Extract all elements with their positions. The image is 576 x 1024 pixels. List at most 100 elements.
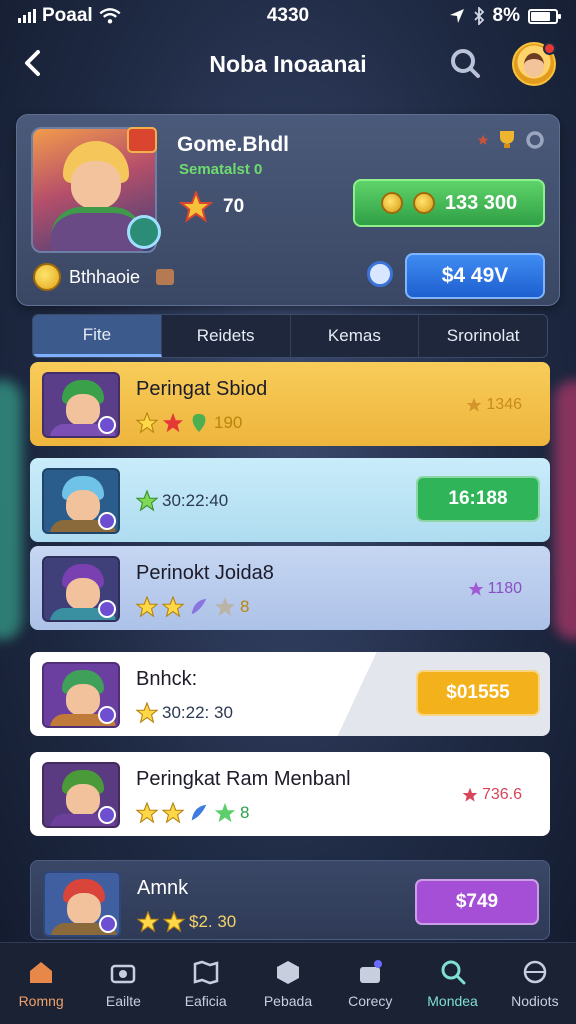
feather-icon	[191, 804, 207, 821]
list-item[interactable]: Perinokt Joida8 8 1180	[30, 546, 550, 630]
score-star-icon	[467, 397, 482, 412]
list-item-stats: 30:22: 30	[136, 702, 233, 724]
list-item-score: 1346	[466, 396, 522, 414]
nav-item-bag[interactable]: Corecy	[329, 943, 411, 1024]
profile-top-icons	[477, 129, 545, 151]
notification-dot	[543, 42, 556, 55]
star-icon	[136, 702, 158, 724]
status-right: 8%	[449, 5, 561, 27]
tab-fite[interactable]: Fite	[33, 315, 162, 357]
buy-button[interactable]: $4 49V	[405, 253, 545, 299]
battery-fill	[531, 11, 551, 21]
score-star-icon	[462, 787, 478, 802]
grey-star-icon	[214, 596, 236, 617]
app-header: Noba Inoaanai	[0, 32, 576, 96]
profile-subtitle: Sematalst 0	[179, 161, 263, 178]
nav-label: Nodiots	[511, 992, 559, 1009]
thumb-badge	[98, 600, 116, 618]
small-star-icon	[477, 134, 489, 145]
nav-item-home[interactable]: Romng	[0, 943, 82, 1024]
nav-label: Eailte	[105, 992, 141, 1009]
status-left: Poaal	[18, 5, 121, 27]
nav-item-box[interactable]: Pebada	[247, 943, 329, 1024]
chevron-left-icon[interactable]	[18, 48, 48, 78]
hero-face	[71, 161, 121, 209]
list-item[interactable]: 30:22:40 16:188	[30, 458, 550, 542]
list-item-title: Perinokt Joida8	[136, 562, 274, 584]
profile-card: Gome.Bhdl Sematalst 0 70 133 300 Bthhaoi…	[16, 114, 560, 306]
star-icon	[163, 911, 185, 933]
avatar[interactable]	[512, 42, 556, 86]
tab-kemas[interactable]: Kemas	[291, 315, 420, 357]
status-bar: Poaal 4330 8%	[0, 0, 576, 32]
thumb-badge	[98, 806, 116, 824]
list-item[interactable]: Bnhck: 30:22: 30 $01555	[30, 652, 550, 736]
purchase-button[interactable]: $749	[415, 879, 539, 925]
score-star-icon	[468, 581, 483, 596]
tab-reidets[interactable]: Reidets	[162, 315, 291, 357]
hero-thumbnail	[42, 762, 120, 828]
star-icon	[136, 596, 158, 618]
map-icon	[193, 960, 218, 984]
green-star-icon	[214, 802, 236, 823]
list-item-title: Peringkat Ram Menbanl	[136, 768, 351, 790]
background-glow-left	[0, 380, 22, 640]
carrier-name: Poaal	[42, 5, 93, 26]
search-icon[interactable]	[448, 46, 482, 80]
profile-star-count: 70	[223, 196, 245, 217]
star-icon	[136, 802, 158, 824]
search-icon	[441, 960, 466, 984]
compass-icon[interactable]	[367, 261, 393, 287]
currency-button[interactable]: 133 300	[353, 179, 545, 227]
star-icon	[137, 911, 159, 933]
list-item-stat-value: 190	[214, 413, 243, 432]
nav-label: Corecy	[348, 992, 393, 1009]
profile-stars: 70	[179, 191, 244, 223]
thumb-badge	[98, 706, 116, 724]
profile-footer-label: Bthhaoie	[69, 266, 141, 287]
profile-footer: Bthhaoie	[33, 263, 175, 291]
nav-item-map[interactable]: Eaficia	[165, 943, 247, 1024]
thumb-face	[66, 784, 100, 816]
currency-amount: 133 300	[444, 191, 518, 214]
list-item-stats: 8	[136, 596, 249, 618]
list-item[interactable]: Amnk $2. 30 $749	[30, 860, 550, 940]
profile-name: Gome.Bhdl	[177, 133, 290, 156]
battery-percent: 8%	[492, 5, 520, 26]
nav-label: Mondea	[427, 992, 478, 1009]
star-icon	[179, 191, 213, 223]
settings-icon[interactable]	[525, 130, 545, 150]
pin-icon	[192, 413, 206, 433]
hero-thumbnail	[42, 372, 120, 438]
bag-icon	[360, 959, 383, 983]
hero-thumbnail	[42, 556, 120, 622]
trophy-icon[interactable]	[495, 129, 519, 151]
list-item-timer: 30:22:40	[162, 491, 229, 510]
home-icon	[30, 961, 53, 983]
list-item-stat-value: 8	[240, 803, 250, 822]
list-item[interactable]: Peringat Sbiod 190 1346	[30, 362, 550, 446]
list-item[interactable]: Peringkat Ram Menbanl 8 736.6	[30, 752, 550, 836]
thumb-face	[66, 490, 100, 522]
location-arrow-icon	[449, 9, 464, 23]
nav-item-globe[interactable]: Nodiots	[494, 943, 576, 1024]
list-item-stat-value: 8	[240, 597, 250, 616]
nav-item-search[interactable]: Mondea	[411, 943, 493, 1024]
list-item-stats: 190	[136, 412, 242, 434]
bottom-navigation: Romng Eailte Eaficia Pebada Corecy Monde…	[0, 942, 576, 1024]
nav-item-camera[interactable]: Eailte	[82, 943, 164, 1024]
list-item-score-value: 1180	[487, 580, 522, 597]
battery-icon	[528, 8, 561, 24]
claim-button[interactable]: 16:188	[416, 476, 540, 522]
avatar-face	[524, 53, 544, 77]
purchase-button[interactable]: $01555	[416, 670, 540, 716]
list-item-title: Bnhck:	[136, 668, 198, 690]
wifi-icon	[99, 8, 121, 24]
chest-icon	[156, 269, 175, 285]
list-item-score-value: 1346	[486, 396, 522, 413]
list-item-stats: 8	[136, 802, 249, 824]
star-icon	[162, 596, 184, 618]
hero-level-badge	[127, 215, 161, 249]
tab-srorinolat[interactable]: Srorinolat	[419, 315, 547, 357]
green-star-icon	[136, 490, 158, 512]
